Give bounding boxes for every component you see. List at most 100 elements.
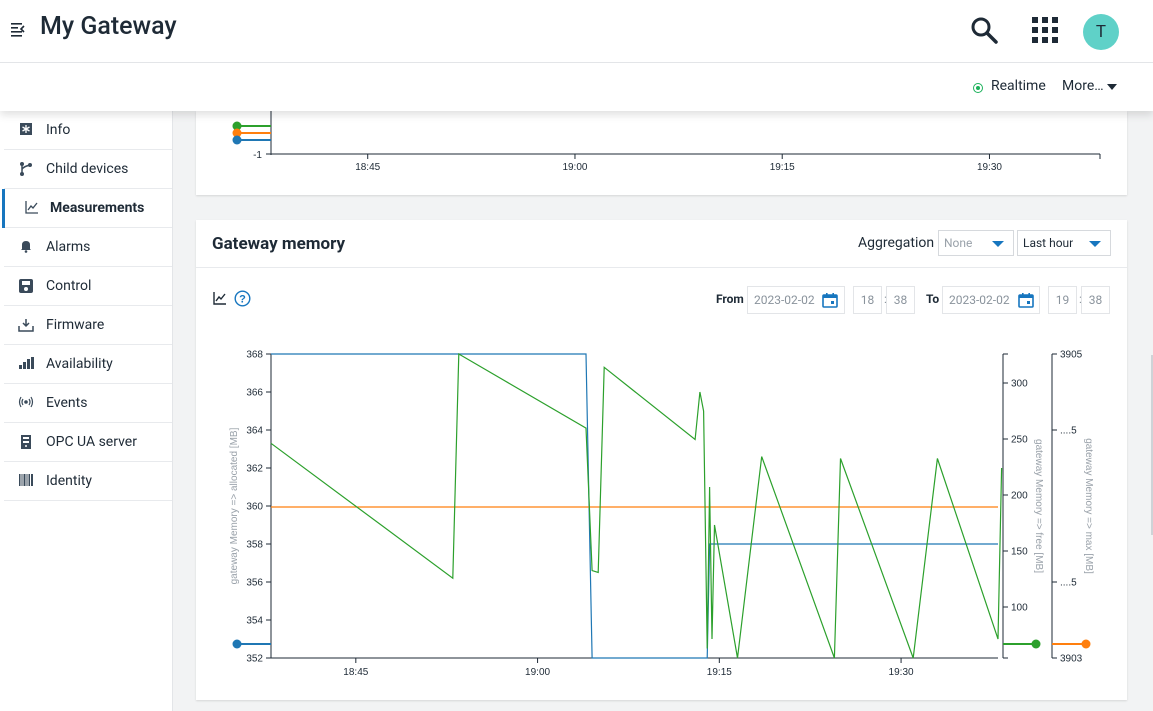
- realtime-toggle[interactable]: Realtime: [991, 78, 1046, 94]
- sidebar-item-label: Info: [46, 122, 71, 138]
- x-tick-label: 18:45: [343, 667, 368, 678]
- time-range-select[interactable]: Last hour: [1017, 230, 1111, 256]
- bell-icon: [18, 239, 34, 255]
- card-title: Gateway memory: [212, 234, 346, 254]
- y-tick-label: 3905: [1060, 350, 1083, 361]
- y-tick-label: 364: [246, 426, 263, 437]
- x-tick-label: 19:15: [770, 162, 795, 173]
- caret-down-icon: [992, 241, 1004, 247]
- apps-grid-icon[interactable]: [1030, 15, 1060, 45]
- more-menu-button[interactable]: More…: [1062, 78, 1104, 94]
- previous-measurement-card: -1 18:45 19:00 19:15 19:30: [196, 111, 1127, 195]
- sidebar-item-availability[interactable]: Availability: [4, 345, 172, 384]
- y-tick-label: ....5: [1060, 426, 1077, 437]
- y-tick-label: 356: [246, 578, 263, 589]
- y-tick-label: 358: [246, 540, 263, 551]
- x-tick-label: 19:30: [889, 667, 914, 678]
- y-tick-label: 354: [246, 616, 263, 627]
- y-tick-label: 300: [1011, 379, 1028, 390]
- y-tick-label: 200: [1011, 491, 1028, 502]
- child-devices-icon: [18, 161, 34, 177]
- sidebar-item-label: Control: [46, 278, 92, 294]
- sidebar-item-control[interactable]: Control: [4, 267, 172, 306]
- aggregation-value: None: [944, 236, 973, 250]
- device-sidebar: Info Child devices Measurements Alarms C…: [0, 111, 173, 711]
- measurements-icon: [24, 200, 40, 216]
- x-tick-label: 19:15: [707, 667, 732, 678]
- help-icon[interactable]: ?: [234, 290, 251, 307]
- caret-down-icon: [1089, 241, 1101, 247]
- to-label: To: [926, 292, 940, 306]
- to-hour-input[interactable]: 19: [1048, 286, 1077, 314]
- series-marker: [1031, 639, 1041, 649]
- series-line: [270, 352, 1003, 659]
- sidebar-item-label: Firmware: [46, 317, 105, 333]
- sidebar-item-label: OPC UA server: [46, 434, 137, 450]
- info-icon: [18, 122, 34, 138]
- y-tick-label: 100: [1011, 603, 1028, 614]
- menu-toggle-icon[interactable]: [10, 20, 28, 38]
- y-tick-label: 250: [1011, 435, 1028, 446]
- sidebar-item-label: Measurements: [50, 200, 145, 216]
- y-axis-label-free: gateway Memory => free [MB]: [1033, 439, 1044, 573]
- x-tick-label: 19:30: [977, 162, 1002, 173]
- y-tick-label: -1: [253, 150, 262, 161]
- aggregation-label: Aggregation: [858, 235, 935, 251]
- x-tick-label: 18:45: [355, 162, 380, 173]
- sidebar-item-opc-ua-server[interactable]: OPC UA server: [4, 423, 172, 462]
- page-title: My Gateway: [40, 12, 177, 41]
- realtime-status-icon[interactable]: [973, 83, 983, 93]
- to-minute-input[interactable]: 38: [1081, 286, 1110, 314]
- from-label: From: [716, 292, 744, 306]
- caret-down-icon[interactable]: [1107, 84, 1117, 90]
- calendar-icon[interactable]: [1018, 292, 1034, 308]
- series-line: [271, 353, 998, 659]
- sidebar-item-firmware[interactable]: Firmware: [4, 306, 172, 345]
- sidebar-item-label: Availability: [46, 356, 113, 372]
- events-icon: [18, 395, 34, 411]
- from-minute-input[interactable]: 38: [886, 286, 915, 314]
- sidebar-item-label: Events: [46, 395, 88, 411]
- gateway-memory-card: Gateway memory Aggregation None Last hou…: [196, 220, 1127, 700]
- previous-chart: -1 18:45 19:00 19:15 19:30: [232, 111, 1101, 173]
- sidebar-item-measurements[interactable]: Measurements: [2, 189, 172, 228]
- sidebar-item-label: Alarms: [46, 239, 91, 255]
- sidebar-item-label: Identity: [46, 473, 93, 489]
- sidebar-item-label: Child devices: [46, 161, 129, 177]
- sidebar-item-events[interactable]: Events: [4, 384, 172, 423]
- user-avatar[interactable]: T: [1083, 14, 1119, 50]
- chart-type-icon[interactable]: [212, 290, 228, 306]
- y-tick-label: 3903: [1060, 654, 1083, 665]
- series-marker: [232, 639, 242, 649]
- firmware-icon: [18, 317, 34, 333]
- y-tick-label: 366: [246, 388, 263, 399]
- availability-icon: [18, 356, 34, 372]
- sidebar-item-alarms[interactable]: Alarms: [4, 228, 172, 267]
- y-tick-label: ....5: [1060, 578, 1077, 589]
- x-tick-label: 19:00: [562, 162, 587, 173]
- opcua-server-icon: [18, 434, 34, 450]
- sidebar-item-identity[interactable]: Identity: [4, 462, 172, 501]
- series-marker: [1081, 639, 1091, 649]
- y-axis-label-max: gateway Memory => max [MB]: [1083, 438, 1094, 574]
- divider: [196, 267, 1127, 268]
- app-header: My Gateway T: [0, 0, 1153, 63]
- y-tick-label: 150: [1011, 547, 1028, 558]
- x-tick-label: 19:00: [525, 667, 550, 678]
- time-range-value: Last hour: [1023, 236, 1074, 250]
- y-tick-label: 360: [246, 502, 263, 513]
- sidebar-item-child-devices[interactable]: Child devices: [4, 150, 172, 189]
- from-hour-input[interactable]: 18: [853, 286, 882, 314]
- y-tick-label: 362: [246, 464, 263, 475]
- y-tick-label: 368: [246, 350, 263, 361]
- barcode-icon: [18, 473, 34, 489]
- y-tick-label: 352: [246, 654, 263, 665]
- control-icon: [18, 278, 34, 294]
- search-icon[interactable]: [969, 15, 999, 45]
- sidebar-item-info[interactable]: Info: [4, 111, 172, 150]
- calendar-icon[interactable]: [822, 292, 838, 308]
- series-marker: [232, 135, 242, 145]
- action-bar: Realtime More…: [0, 63, 1153, 111]
- y-axis-label-left: gateway Memory => allocated [MB]: [229, 427, 240, 584]
- aggregation-select[interactable]: None: [938, 230, 1014, 256]
